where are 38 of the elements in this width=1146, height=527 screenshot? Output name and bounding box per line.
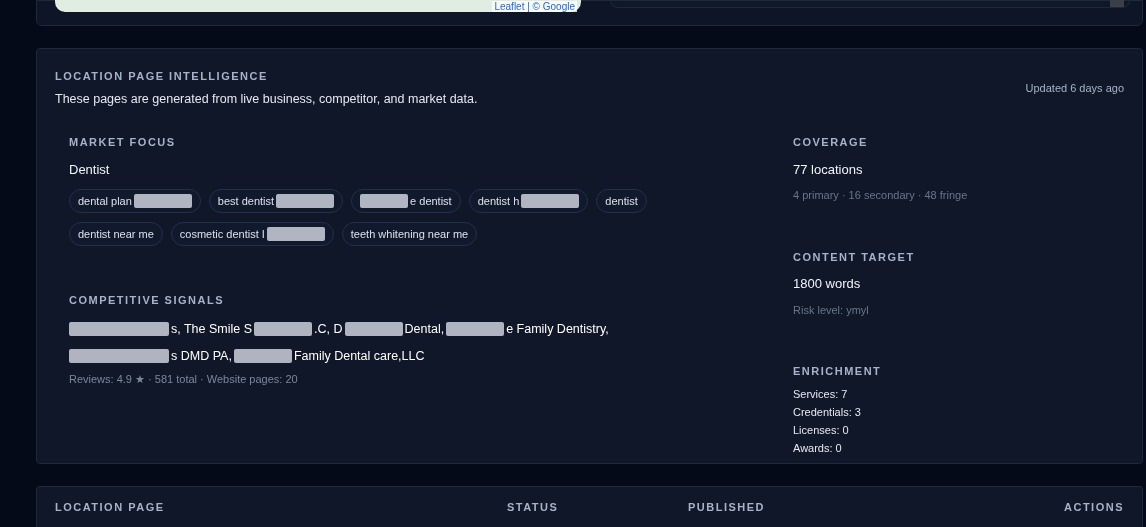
competitor-names: s, The Smile S	[171, 320, 253, 338]
column-header: ACTIONS	[1064, 500, 1124, 515]
column-header: LOCATION PAGE	[55, 500, 166, 515]
keyword-chip: dentist	[596, 189, 647, 214]
column-header: PUBLISHED	[688, 500, 767, 515]
keyword-chip: best dentist	[208, 189, 344, 214]
metric-value: 1800 words	[793, 275, 862, 294]
keyword-chip: teeth whitening near me	[341, 222, 478, 247]
scrollbar-thumb	[1110, 0, 1124, 7]
keyword-chip: dentist h	[468, 189, 589, 214]
enrichment-item: Licenses: 0	[793, 422, 850, 437]
competitor-names: Dental,	[404, 320, 445, 338]
keyword-chip: e dentist	[351, 189, 461, 214]
column-header: STATUS	[507, 500, 560, 515]
market-value: Dentist	[69, 160, 111, 179]
keyword-chip: dental plan	[69, 189, 201, 214]
enrichment-item: Credentials: 3	[793, 404, 862, 419]
metric-detail: 4 primary · 16 secondary · 48 fringe	[793, 188, 968, 204]
section-label: ENRICHMENT	[793, 364, 883, 380]
reviews-summary: Reviews: 4.9 ★ · 581 total · Website pages: 20	[69, 372, 299, 388]
enrichment-item: Awards: 0	[793, 440, 843, 455]
competitor-names: .C, D	[314, 320, 343, 338]
map-attribution: Leaflet | © Google	[492, 1, 577, 12]
metric-detail: Risk level: ymyl	[793, 302, 870, 318]
keyword-chip: cosmetic dentist I	[170, 222, 334, 247]
section-title: LOCATION PAGE INTELLIGENCE	[55, 69, 269, 84]
section-label: COVERAGE	[793, 135, 869, 151]
competitor-names: Family Dental care,LLC	[293, 347, 425, 365]
enrichment-item: Services: 7	[793, 386, 849, 401]
section-subtitle: These pages are generated from live business, competitor, and market data.	[55, 90, 478, 108]
section-label: CONTENT TARGET	[793, 249, 916, 265]
competitor-names: s DMD PA,	[171, 347, 232, 365]
section-label: COMPETITIVE SIGNALS	[69, 293, 225, 309]
updated-text: Updated 6 days ago	[1025, 81, 1124, 96]
competitor-names: e Family Dentistry,	[506, 320, 609, 338]
section-label: MARKET FOCUS	[69, 135, 177, 151]
metric-value: 77 locations	[793, 160, 864, 179]
keyword-chip: dentist near me	[69, 222, 163, 247]
